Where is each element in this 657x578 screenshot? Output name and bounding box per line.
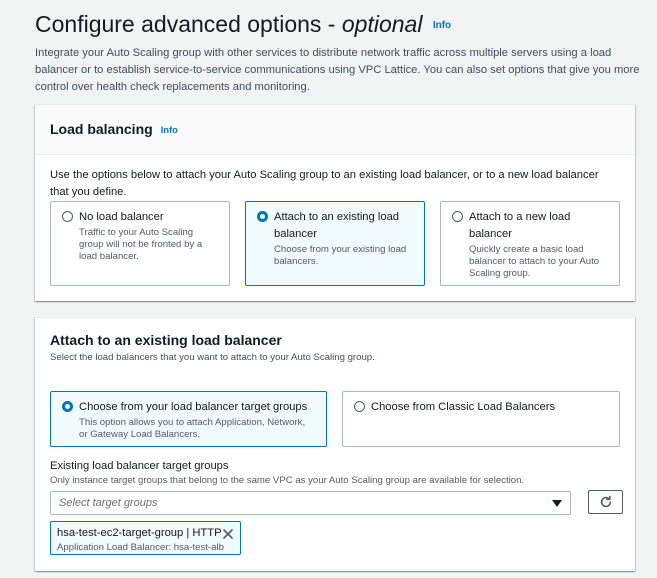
option-title: Choose from your load balancer target gr… <box>79 401 308 413</box>
target-groups-help: Only instance target groups that belong … <box>50 475 525 486</box>
load-balancing-panel: Load balancing Info Use the options belo… <box>35 104 635 301</box>
load-balancing-info-link[interactable]: Info <box>161 125 178 136</box>
load-balancing-intro: Use the options below to attach your Aut… <box>50 169 599 198</box>
target-groups-placeholder: Select target groups <box>59 497 158 509</box>
option-classic-load-balancers[interactable]: Choose from Classic Load Balancers <box>342 391 620 447</box>
radio-target-groups[interactable] <box>62 401 73 412</box>
radio-attach-new-load-balancer[interactable] <box>452 211 463 222</box>
option-title: Choose from Classic Load Balancers <box>371 401 556 413</box>
page-header: Configure advanced options - optional In… <box>35 10 645 96</box>
caret-down-icon <box>552 499 562 507</box>
radio-classic-load-balancers[interactable] <box>354 401 365 412</box>
option-description: Traffic to your Auto Scaling group will … <box>79 227 203 262</box>
attach-existing-title: Attach to an existing load balancer <box>50 332 282 348</box>
target-groups-label: Existing load balancer target groups <box>50 460 229 472</box>
radio-attach-existing-load-balancer[interactable] <box>257 211 268 222</box>
page-title-main: Configure advanced options - <box>35 11 342 37</box>
load-balancing-header: Load balancing Info <box>35 105 635 155</box>
load-balancing-title: Load balancing Info <box>50 121 620 137</box>
option-description: Choose from your existing load balancers… <box>274 244 407 267</box>
attach-existing-header: Attach to an existing load balancer Sele… <box>50 332 375 363</box>
attach-existing-panel: Attach to an existing load balancer Sele… <box>35 317 635 571</box>
token-subtitle: Application Load Balancer: hsa-test-alb <box>57 542 224 553</box>
page-title: Configure advanced options - optional In… <box>35 10 645 40</box>
selected-target-group-token: hsa-test-ec2-target-group | HTTP Applica… <box>50 521 241 555</box>
radio-no-load-balancer[interactable] <box>62 211 73 222</box>
option-title: Attach to a new load balancer <box>469 211 571 240</box>
page-title-optional: optional <box>341 11 423 37</box>
target-groups-select[interactable]: Select target groups <box>50 491 571 515</box>
close-icon[interactable] <box>222 528 234 540</box>
load-balancing-title-text: Load balancing <box>50 121 153 137</box>
option-attach-existing-load-balancer[interactable]: Attach to an existing load balancer Choo… <box>245 201 425 286</box>
option-description: Quickly create a basic load balancer to … <box>469 244 600 279</box>
option-attach-new-load-balancer[interactable]: Attach to a new load balancer Quickly cr… <box>440 201 620 286</box>
refresh-button[interactable] <box>588 490 623 514</box>
page-info-link[interactable]: Info <box>433 20 451 31</box>
page-description: Integrate your Auto Scaling group with o… <box>35 46 640 93</box>
option-target-groups[interactable]: Choose from your load balancer target gr… <box>50 391 327 447</box>
option-no-load-balancer[interactable]: No load balancer Traffic to your Auto Sc… <box>50 201 230 286</box>
token-title: hsa-test-ec2-target-group | HTTP <box>57 527 222 539</box>
option-title: Attach to an existing load balancer <box>274 211 400 240</box>
option-description: This option allows you to attach Applica… <box>79 417 306 440</box>
attach-existing-subtitle: Select the load balancers that you want … <box>50 352 375 363</box>
refresh-icon <box>600 495 611 508</box>
option-title: No load balancer <box>79 211 164 223</box>
